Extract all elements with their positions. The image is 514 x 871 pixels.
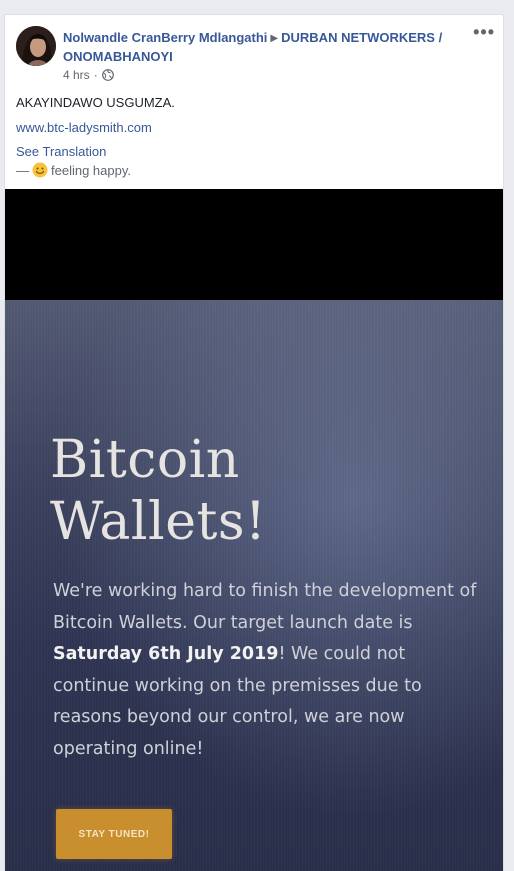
- post-message: AKAYINDAWO USGUMZA.: [16, 95, 175, 110]
- headline-line-2: Wallets!: [50, 492, 267, 552]
- photo-headline: Bitcoin Wallets!: [50, 429, 470, 553]
- feeling-text[interactable]: feeling happy.: [51, 163, 131, 178]
- author-name[interactable]: Nolwandle CranBerry Mdlangathi: [63, 30, 267, 45]
- headline-line-1: Bitcoin: [50, 430, 240, 490]
- post-card: Nolwandle CranBerry Mdlangathi ▶ DURBAN NE…: [4, 14, 504, 871]
- feeling-dash: —: [16, 162, 29, 178]
- post-header: Nolwandle CranBerry Mdlangathi ▶ DURBAN NE…: [5, 15, 503, 85]
- stay-tuned-button: STAY TUNED!: [56, 809, 172, 859]
- shared-to-arrow-icon: ▶: [270, 33, 279, 44]
- post-timestamp[interactable]: 4 hrs: [63, 68, 90, 82]
- post-title: Nolwandle CranBerry Mdlangathi ▶ DURBAN NE…: [63, 29, 473, 66]
- body-part-1: We're working hard to finish the develop…: [53, 581, 477, 633]
- smiley-icon: [32, 162, 48, 178]
- post-meta: 4 hrs ·: [63, 68, 114, 82]
- post-link[interactable]: www.btc-ladysmith.com: [16, 120, 152, 135]
- feeling-activity: — feeling happy.: [16, 162, 131, 178]
- globe-icon[interactable]: [101, 69, 114, 81]
- meta-separator: ·: [93, 68, 98, 82]
- more-options-icon[interactable]: •••: [473, 23, 495, 41]
- photo-body-text: We're working hard to finish the develop…: [53, 576, 483, 765]
- avatar[interactable]: [16, 26, 56, 66]
- body-launch-date: Saturday 6th July 2019: [53, 644, 279, 664]
- see-translation-link[interactable]: See Translation: [16, 144, 106, 159]
- post-photo[interactable]: Bitcoin Wallets! We're working hard to f…: [5, 189, 503, 871]
- avatar-image: [16, 26, 56, 66]
